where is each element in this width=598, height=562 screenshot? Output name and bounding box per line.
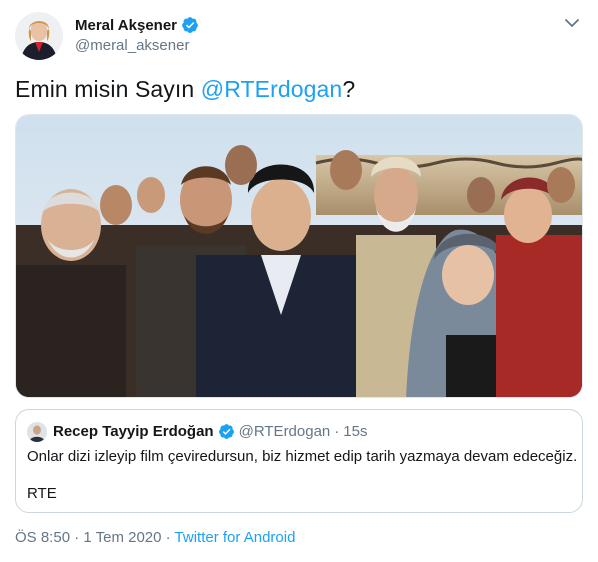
- quoted-author-handle[interactable]: @RTErdogan: [239, 423, 331, 440]
- quoted-tweet-signature: RTE: [27, 485, 57, 502]
- tweet-text-prefix: Emin misin Sayın: [15, 76, 201, 102]
- tweet-photo[interactable]: [15, 114, 583, 398]
- quoted-tweet-body: Onlar dizi izleyip film çeviredursun, bi…: [27, 448, 578, 465]
- tweet-header: Meral Akşener @meral_aksener: [15, 12, 585, 60]
- quoted-tweet[interactable]: Recep Tayyip Erdoğan @RTErdogan · 15s On…: [15, 409, 583, 513]
- quoted-author-name[interactable]: Recep Tayyip Erdoğan: [53, 423, 214, 440]
- chevron-down-icon[interactable]: [563, 14, 581, 32]
- quoted-tweet-time[interactable]: 15s: [343, 423, 367, 440]
- author-handle[interactable]: @meral_aksener: [75, 37, 199, 54]
- author-display-name[interactable]: Meral Akşener: [75, 17, 177, 34]
- tweet-source-link[interactable]: Twitter for Android: [175, 529, 296, 546]
- verified-badge-icon: [181, 16, 199, 34]
- mention-link[interactable]: @RTErdogan: [201, 76, 343, 102]
- tweet-text: Emin misin Sayın @RTErdogan?: [15, 76, 355, 103]
- separator-dot: ·: [334, 423, 340, 440]
- tweet-text-suffix: ?: [342, 76, 356, 102]
- author-names: Meral Akşener @meral_aksener: [75, 15, 199, 54]
- verified-badge-icon: [218, 423, 235, 440]
- tweet-meta: ÖS 8:50 · 1 Tem 2020 · Twitter for Andro…: [15, 529, 295, 546]
- quoted-author-avatar[interactable]: [27, 422, 47, 442]
- author-avatar[interactable]: [15, 12, 63, 60]
- tweet-timestamp[interactable]: ÖS 8:50 · 1 Tem 2020 ·: [15, 529, 175, 546]
- quoted-tweet-header: Recep Tayyip Erdoğan @RTErdogan · 15s: [53, 423, 367, 440]
